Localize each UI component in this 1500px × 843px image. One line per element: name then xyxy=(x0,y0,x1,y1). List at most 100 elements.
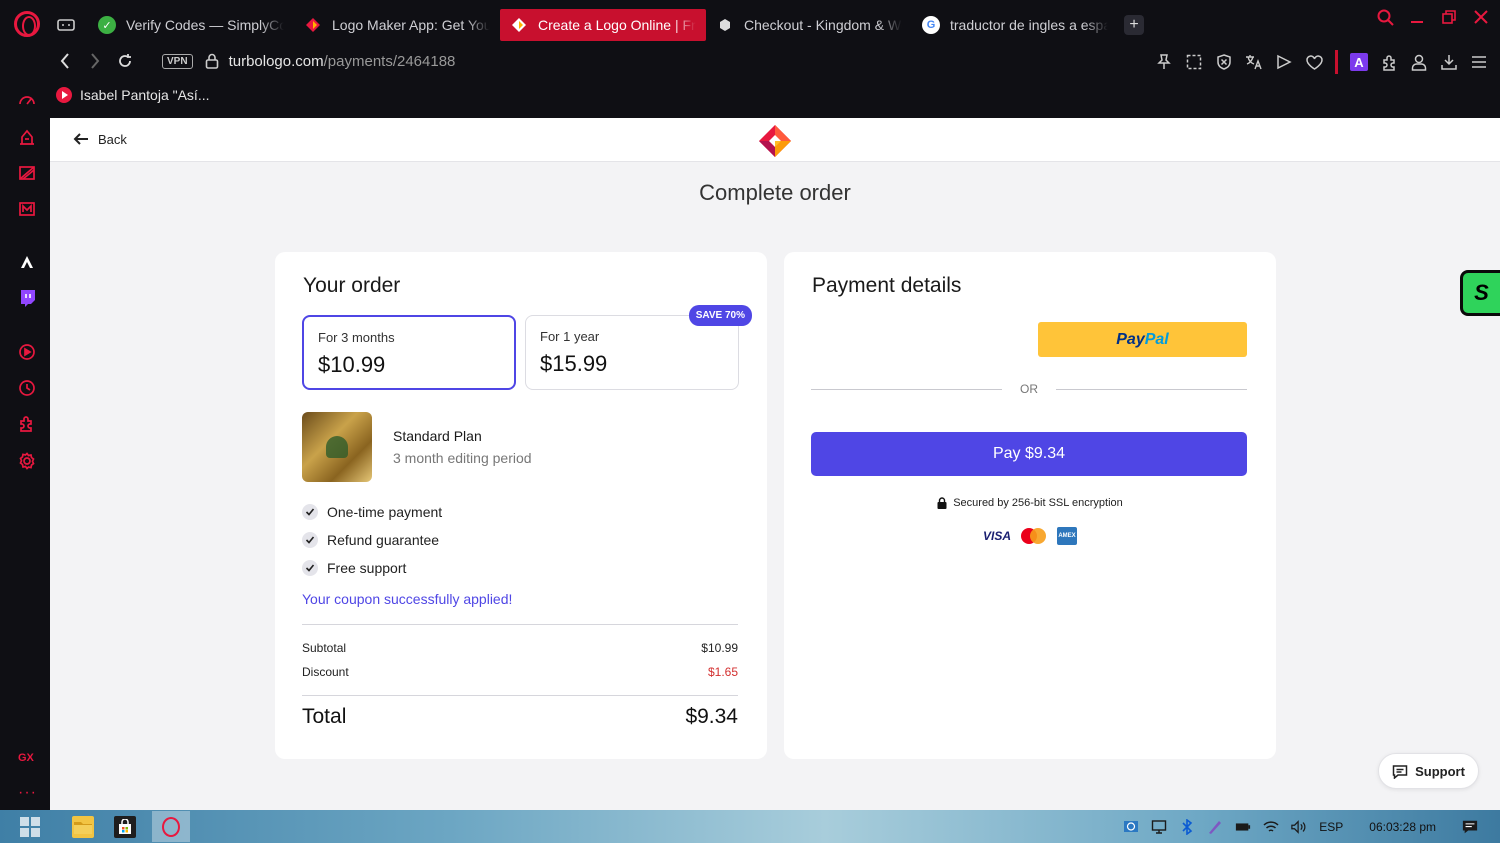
tab-island-icon[interactable] xyxy=(54,16,78,34)
plan-price: $10.99 xyxy=(318,352,386,377)
network-globe-icon[interactable] xyxy=(1123,819,1139,835)
lock-icon[interactable] xyxy=(203,52,221,70)
news-icon[interactable] xyxy=(17,163,37,183)
chat-icon xyxy=(1392,764,1408,779)
restore-icon[interactable] xyxy=(1440,8,1458,26)
send-icon[interactable] xyxy=(1275,53,1293,71)
subtotal-label: Subtotal xyxy=(302,641,347,655)
mastercard-icon xyxy=(1021,528,1047,544)
player-icon[interactable] xyxy=(17,342,37,362)
opera-gx-taskbar-icon[interactable] xyxy=(152,811,190,842)
tab-bar: ✓ Verify Codes — SimplyCodes Logo Maker … xyxy=(54,8,1164,42)
bluetooth-icon[interactable] xyxy=(1179,818,1195,835)
page-header: Back xyxy=(50,118,1500,162)
history-icon[interactable] xyxy=(17,378,37,398)
extensions-icon[interactable] xyxy=(1380,53,1398,71)
gmail-icon[interactable] xyxy=(17,199,37,219)
file-explorer-icon[interactable] xyxy=(72,815,94,838)
url-field[interactable]: turbologo.com/payments/2464188 xyxy=(229,53,456,70)
total-label: Total xyxy=(302,705,347,728)
volume-icon[interactable] xyxy=(1291,819,1307,835)
pin-icon[interactable] xyxy=(1155,53,1173,71)
back-label: Back xyxy=(98,131,127,147)
amex-icon: AMEX xyxy=(1057,527,1077,545)
order-heading: Your order xyxy=(303,274,401,297)
simplycodes-widget-button[interactable]: S xyxy=(1460,270,1500,316)
back-button[interactable]: Back xyxy=(72,130,127,148)
feature-item: Refund guarantee xyxy=(302,526,442,554)
easy-setup-icon[interactable] xyxy=(1470,53,1488,71)
aria-icon[interactable] xyxy=(17,252,37,272)
google-favicon-icon: G xyxy=(922,16,940,34)
plan-option-1-year[interactable]: For 1 year $15.99 SAVE 70% xyxy=(525,305,752,390)
plan-option-3-months[interactable]: For 3 months $10.99 xyxy=(302,315,516,390)
start-button[interactable] xyxy=(20,816,40,837)
translate-icon[interactable] xyxy=(1245,53,1263,71)
close-icon[interactable] xyxy=(1472,8,1490,26)
tab-translator[interactable]: G traductor de ingles a espanol xyxy=(912,9,1118,41)
reload-icon[interactable] xyxy=(114,50,136,72)
total-value: $9.34 xyxy=(685,705,738,728)
monitor-icon[interactable] xyxy=(1151,819,1167,835)
tab-verify-codes[interactable]: ✓ Verify Codes — SimplyCodes xyxy=(88,9,294,41)
toolbar-separator xyxy=(1335,50,1338,74)
forward-nav-icon[interactable] xyxy=(84,50,106,72)
new-tab-button[interactable]: + xyxy=(1124,15,1144,35)
speed-dial-icon[interactable] xyxy=(17,90,37,110)
check-icon xyxy=(302,504,318,520)
battery-icon[interactable] xyxy=(1235,819,1251,835)
turbologo-favicon-icon xyxy=(304,16,322,34)
page-title: Complete order xyxy=(699,180,851,205)
extensions-sidebar-icon[interactable] xyxy=(17,414,37,434)
coupon-message: Your coupon successfully applied! xyxy=(302,591,513,607)
tab-checkout[interactable]: Checkout - Kingdom & Wolves xyxy=(706,9,912,41)
paypal-logo-pay: Pay xyxy=(1116,330,1145,348)
order-card: Your order For 3 months $10.99 For 1 yea… xyxy=(275,252,767,759)
download-icon[interactable] xyxy=(1440,53,1458,71)
support-label: Support xyxy=(1415,763,1465,779)
product-name: Standard Plan xyxy=(393,428,482,444)
bookmark-youtube[interactable]: Isabel Pantoja "Así... xyxy=(56,87,210,103)
pay-button[interactable]: Pay $9.34 xyxy=(811,432,1247,476)
settings-gear-icon[interactable] xyxy=(17,451,37,471)
feature-item: One-time payment xyxy=(302,498,442,526)
support-button[interactable]: Support xyxy=(1378,753,1479,789)
payment-heading: Payment details xyxy=(812,274,962,297)
back-nav-icon[interactable] xyxy=(54,50,76,72)
adblock-icon[interactable] xyxy=(1215,53,1233,71)
opera-menu-icon[interactable] xyxy=(14,11,40,37)
gx-corner-icon[interactable] xyxy=(17,127,37,147)
url-domain: turbologo.com xyxy=(228,52,324,70)
subtotal-row: Subtotal $10.99 xyxy=(302,641,738,655)
pen-icon[interactable] xyxy=(1207,819,1223,835)
profile-icon[interactable] xyxy=(1410,53,1428,71)
twitch-icon[interactable] xyxy=(17,288,37,308)
store-icon[interactable] xyxy=(114,815,136,838)
tab-title: Verify Codes — SimplyCodes xyxy=(126,17,284,33)
snapshot-icon[interactable] xyxy=(1185,53,1203,71)
browser-toolbar: A xyxy=(1155,50,1488,74)
wifi-icon[interactable] xyxy=(1263,819,1279,835)
tab-create-logo[interactable]: Create a Logo Online | Free xyxy=(500,9,706,41)
more-icon[interactable]: ··· xyxy=(18,784,37,802)
notifications-icon[interactable] xyxy=(1462,819,1478,835)
visa-icon: VISA xyxy=(982,529,1011,543)
feature-list: One-time payment Refund guarantee Free s… xyxy=(302,498,442,582)
vpn-badge[interactable]: VPN xyxy=(162,53,193,69)
padlock-icon xyxy=(937,497,947,509)
paypal-button[interactable]: Pay Pal xyxy=(1038,322,1247,357)
gx-label[interactable]: GX xyxy=(18,752,34,764)
turbologo-logo-icon[interactable] xyxy=(758,124,792,158)
kingdom-favicon-icon xyxy=(716,16,734,34)
tab-logo-maker[interactable]: Logo Maker App: Get Your xyxy=(294,9,500,41)
minimize-icon[interactable] xyxy=(1408,8,1426,26)
tab-title: traductor de ingles a espanol xyxy=(950,17,1108,33)
heart-icon[interactable] xyxy=(1305,53,1323,71)
save-badge: SAVE 70% xyxy=(688,305,752,326)
check-icon xyxy=(302,560,318,576)
clock[interactable]: 06:03:28 pm xyxy=(1369,820,1436,834)
aria-ai-icon[interactable]: A xyxy=(1350,53,1368,71)
language-indicator[interactable]: ESP xyxy=(1319,820,1343,834)
search-icon[interactable] xyxy=(1376,8,1394,26)
security-text: Secured by 256-bit SSL encryption xyxy=(953,497,1123,509)
